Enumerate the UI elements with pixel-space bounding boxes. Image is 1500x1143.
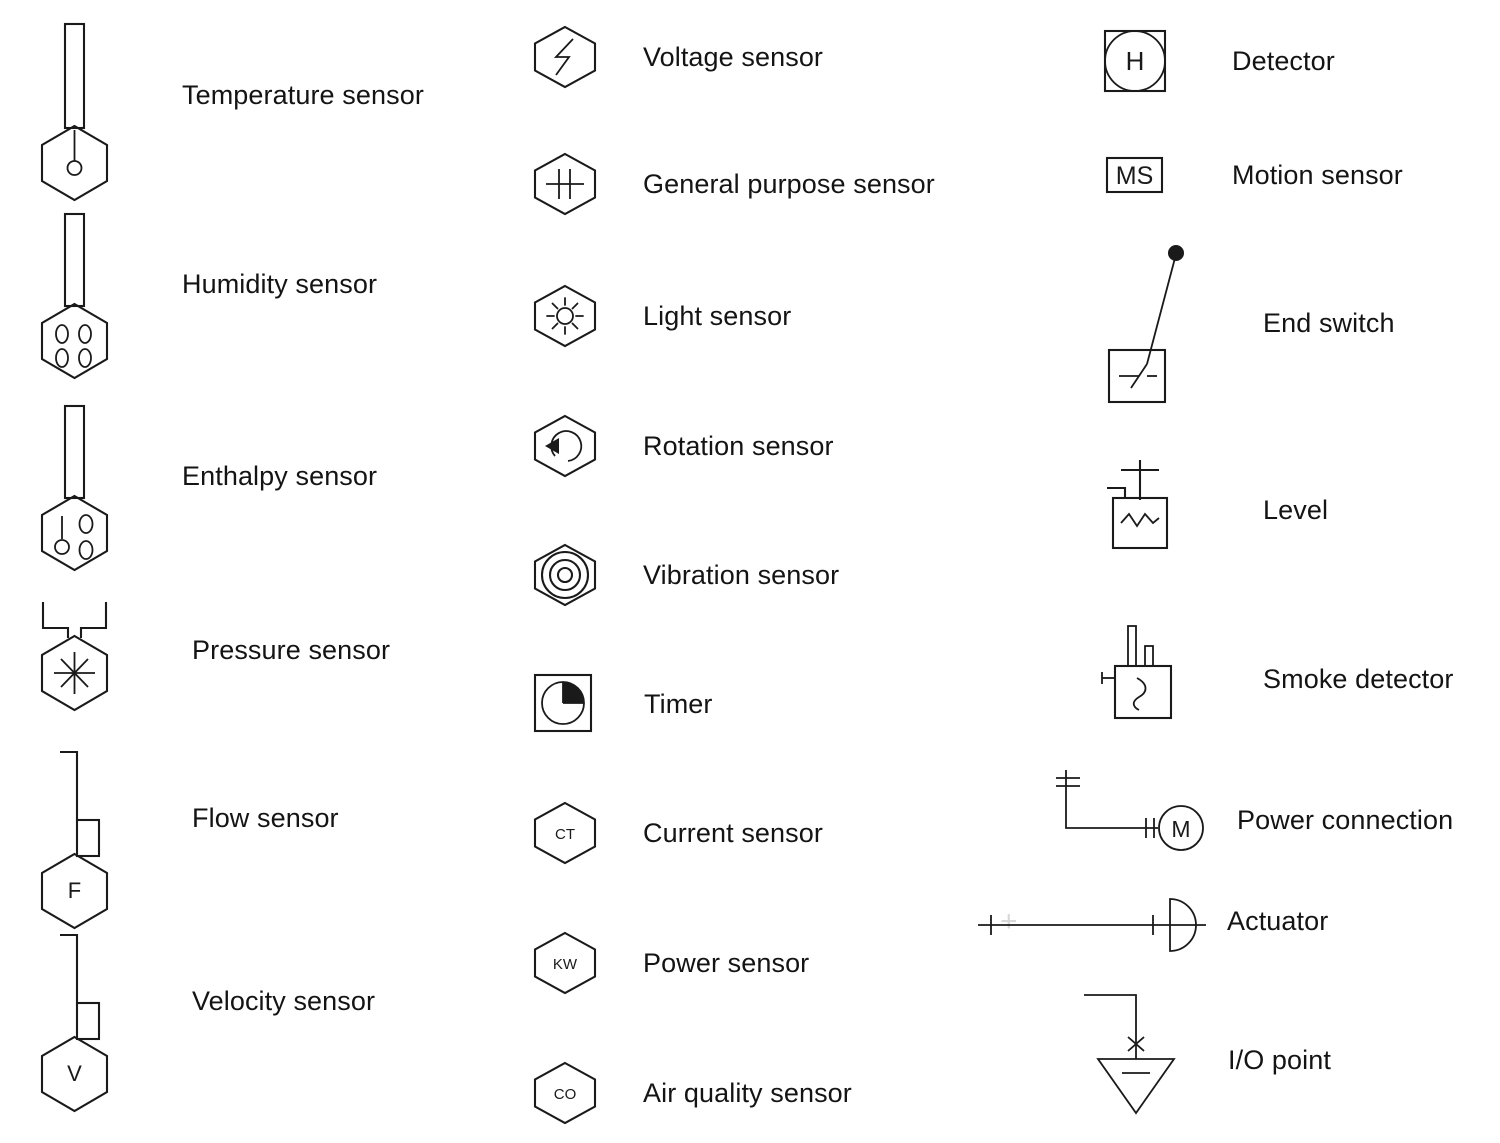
legend-label-timer: Timer: [644, 688, 713, 719]
timer-icon: [533, 673, 593, 733]
legend-label-vibration-sensor: Vibration sensor: [643, 559, 840, 590]
legend-label-velocity-sensor: Velocity sensor: [192, 985, 376, 1016]
legend-item-io-point: I/O point: [1070, 985, 1331, 1115]
legend-label-rotation-sensor: Rotation sensor: [643, 430, 834, 461]
voltage-sensor-icon: [533, 25, 597, 89]
end-switch-icon: [1107, 245, 1184, 404]
legend-item-vibration-sensor: Vibration sensor: [525, 542, 839, 608]
legend-label-power-connection: Power connection: [1237, 805, 1454, 836]
light-sensor-icon: [533, 284, 597, 348]
current-sensor-icon: CT: [533, 801, 597, 865]
symbols-legend-board: Temperature sensor Humidity sensor Entha…: [0, 0, 1500, 1143]
legend-item-motion-sensor: MS Motion sensor: [1100, 152, 1403, 198]
legend-label-humidity-sensor: Humidity sensor: [182, 268, 378, 299]
legend-item-level: Level: [1095, 450, 1328, 560]
power-sensor-glyph: KW: [553, 956, 578, 973]
velocity-sensor-glyph: V: [67, 1061, 82, 1086]
legend-label-enthalpy-sensor: Enthalpy sensor: [182, 460, 378, 491]
legend-label-pressure-sensor: Pressure sensor: [192, 634, 391, 665]
legend-item-power-sensor: KW Power sensor: [525, 930, 809, 996]
level-icon: [1107, 460, 1169, 550]
detector-glyph: H: [1126, 46, 1145, 76]
legend-label-smoke-detector: Smoke detector: [1263, 663, 1454, 694]
air-quality-sensor-glyph: CO: [554, 1086, 577, 1103]
motion-sensor-glyph: MS: [1116, 162, 1154, 190]
legend-item-power-connection: M Power connection: [1050, 760, 1453, 865]
legend-label-level: Level: [1263, 494, 1329, 525]
power-sensor-icon: KW: [533, 931, 597, 995]
legend-item-rotation-sensor: Rotation sensor: [525, 413, 834, 479]
rotation-sensor-icon: [533, 414, 597, 478]
current-sensor-glyph: CT: [555, 826, 575, 843]
legend-item-voltage-sensor: Voltage sensor: [525, 24, 823, 90]
legend-label-light-sensor: Light sensor: [643, 300, 792, 331]
legend-item-current-sensor: CT Current sensor: [525, 800, 823, 866]
velocity-sensor-icon: V: [40, 933, 109, 1113]
legend-label-io-point: I/O point: [1228, 1044, 1331, 1075]
io-point-icon: [1084, 994, 1176, 1115]
legend-label-actuator: Actuator: [1227, 905, 1329, 936]
actuator-icon: [978, 898, 1206, 952]
smoke-detector-icon: [1101, 625, 1173, 720]
legend-item-air-quality-sensor: CO Air quality sensor: [525, 1060, 852, 1126]
legend-item-end-switch: End switch: [1095, 240, 1395, 404]
air-quality-sensor-icon: CO: [533, 1061, 597, 1125]
legend-item-actuator: Actuator: [960, 885, 1328, 955]
legend-item-light-sensor: Light sensor: [525, 283, 791, 349]
detector-icon: H: [1103, 29, 1167, 93]
legend-item-general-purpose-sensor: General purpose sensor: [525, 151, 935, 217]
legend-label-flow-sensor: Flow sensor: [192, 802, 339, 833]
motion-sensor-icon: MS: [1105, 156, 1164, 194]
flow-sensor-glyph: F: [68, 878, 81, 903]
enthalpy-sensor-icon: [40, 404, 109, 572]
legend-label-temperature-sensor: Temperature sensor: [182, 79, 424, 110]
power-connection-glyph: M: [1171, 816, 1190, 842]
legend-item-detector: H Detector: [1100, 26, 1335, 96]
legend-label-motion-sensor: Motion sensor: [1232, 159, 1403, 190]
legend-item-enthalpy-sensor: Enthalpy sensor: [30, 400, 378, 572]
humidity-sensor-icon: [40, 212, 109, 380]
vibration-sensor-icon: [533, 543, 597, 607]
pressure-sensor-icon: [40, 602, 109, 712]
flow-sensor-icon: F: [40, 750, 109, 930]
legend-label-voltage-sensor: Voltage sensor: [643, 41, 824, 72]
legend-item-flow-sensor: F Flow sensor: [30, 742, 339, 930]
legend-label-general-purpose-sensor: General purpose sensor: [643, 168, 935, 199]
legend-label-air-quality-sensor: Air quality sensor: [643, 1077, 852, 1108]
legend-label-current-sensor: Current sensor: [643, 817, 823, 848]
legend-item-timer: Timer: [530, 673, 713, 735]
legend-label-detector: Detector: [1232, 45, 1335, 76]
legend-item-smoke-detector: Smoke detector: [1090, 618, 1454, 728]
legend-item-pressure-sensor: Pressure sensor: [30, 596, 391, 712]
power-connection-icon: M: [1056, 770, 1204, 851]
general-purpose-sensor-icon: [533, 152, 597, 216]
legend-label-end-switch: End switch: [1263, 308, 1395, 339]
legend-label-power-sensor: Power sensor: [643, 947, 810, 978]
temperature-sensor-icon: [40, 22, 109, 202]
legend-item-humidity-sensor: Humidity sensor: [30, 208, 378, 380]
legend-item-temperature-sensor: Temperature sensor: [30, 18, 424, 202]
legend-item-velocity-sensor: V Velocity sensor: [30, 925, 376, 1113]
